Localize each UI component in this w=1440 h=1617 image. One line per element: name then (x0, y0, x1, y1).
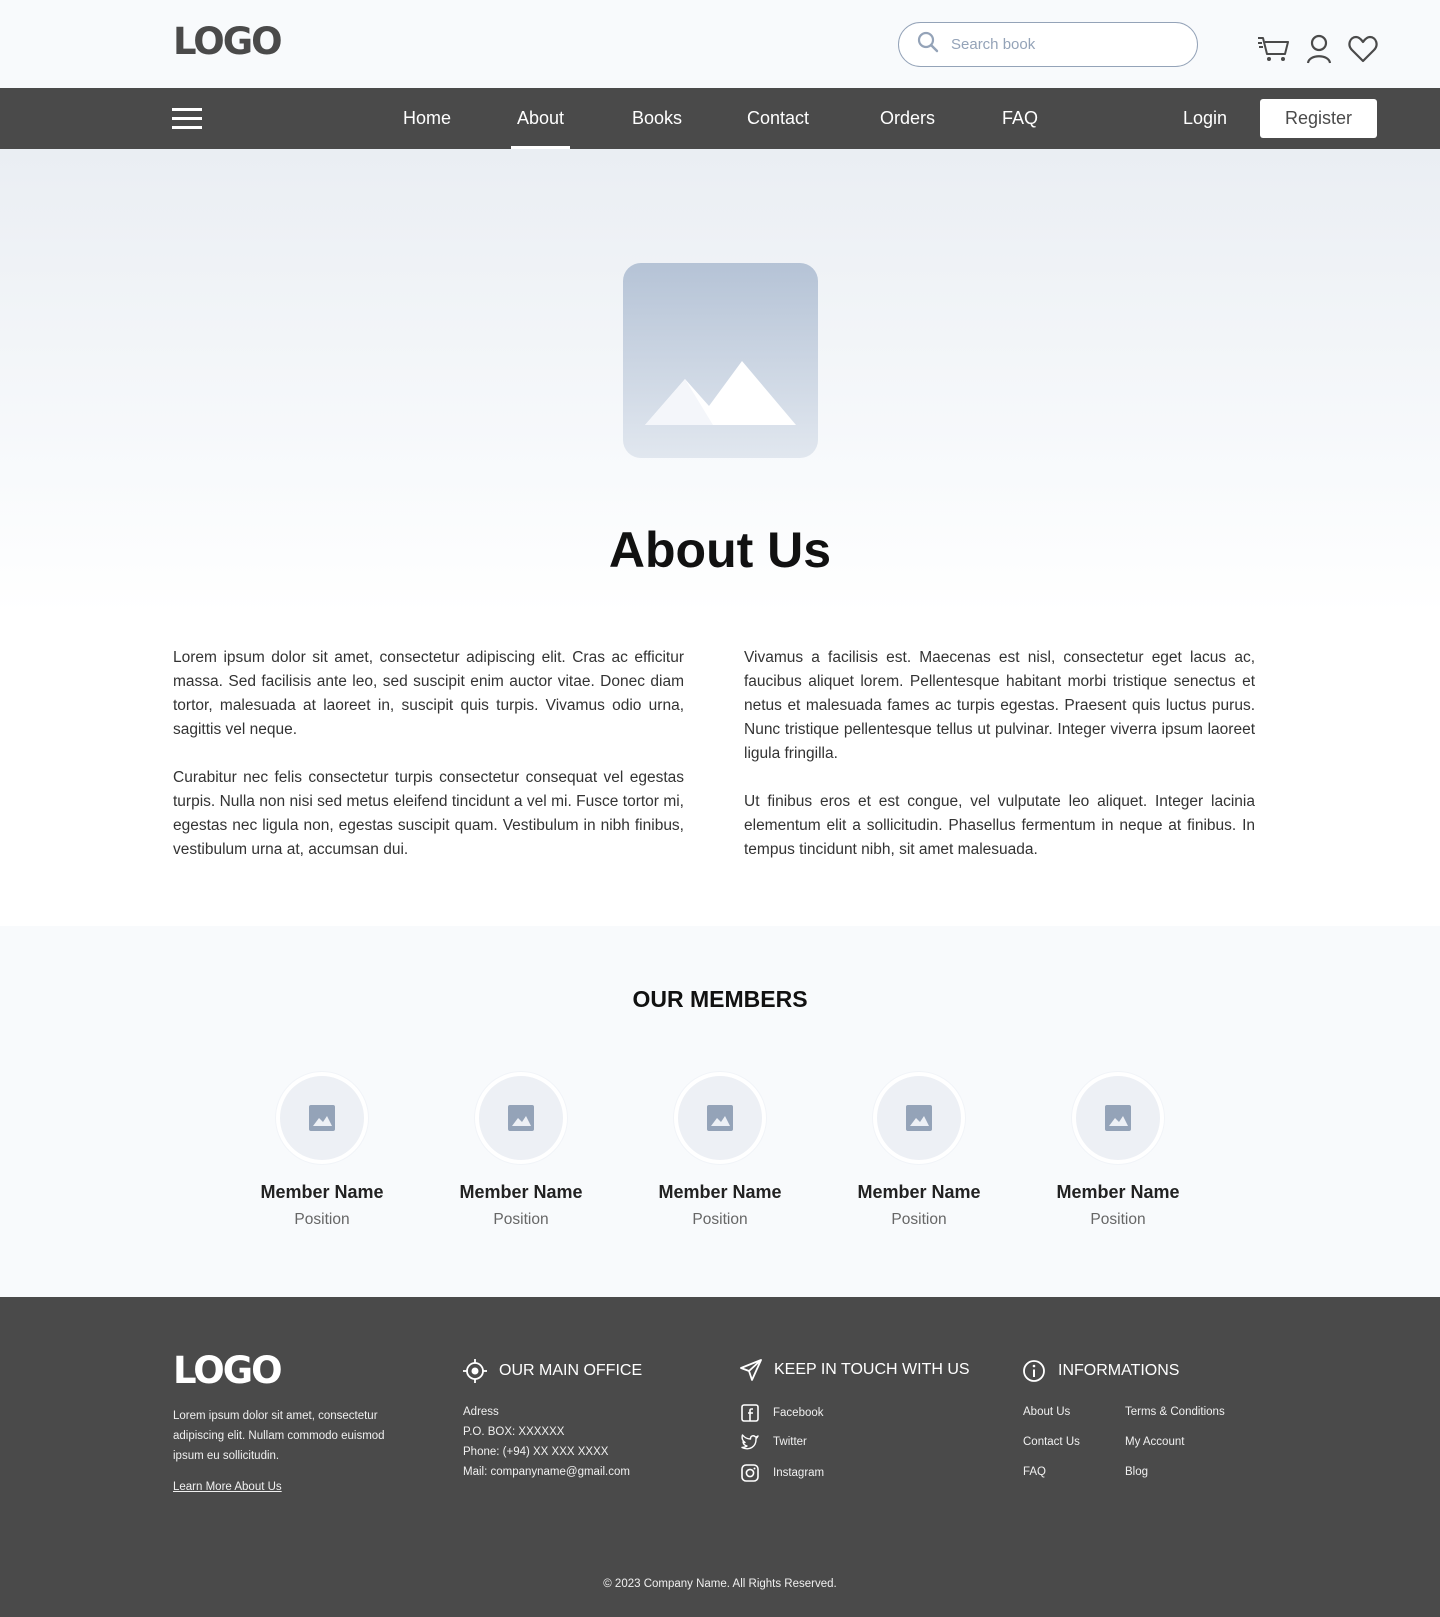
about-column-right: Vivamus a facilisis est. Maecenas est ni… (744, 646, 1255, 886)
login-link[interactable]: Login (1183, 88, 1227, 149)
member-position: Position (1090, 1211, 1146, 1228)
about-text-section: Lorem ipsum dolor sit amet, consectetur … (0, 614, 1440, 926)
image-icon (707, 1105, 733, 1131)
office-po-box: P.O. BOX: XXXXXX (463, 1426, 565, 1438)
members-section: OUR MEMBERS Member Name Position Member … (0, 926, 1440, 1297)
cart-icon[interactable] (1257, 33, 1291, 65)
logo[interactable]: LOGO (173, 20, 283, 63)
twitter-link[interactable]: Twitter (741, 1434, 807, 1450)
member-name: Member Name (857, 1182, 981, 1202)
info-link-faq[interactable]: FAQ (1023, 1466, 1046, 1478)
member-name: Member Name (459, 1182, 583, 1202)
footer-logo[interactable]: LOGO (173, 1349, 283, 1392)
facebook-icon (741, 1404, 759, 1422)
learn-more-link[interactable]: Learn More About Us (173, 1481, 282, 1493)
touch-heading: KEEP IN TOUCH WITH US (740, 1359, 970, 1381)
member-name: Member Name (658, 1182, 782, 1202)
nav-home[interactable]: Home (403, 88, 451, 149)
image-icon (309, 1105, 335, 1131)
heart-icon[interactable] (1346, 33, 1380, 65)
office-heading-label: OUR MAIN OFFICE (499, 1362, 643, 1379)
main-nav: Home About Books Contact Orders FAQ Logi… (0, 88, 1440, 149)
twitter-label: Twitter (773, 1436, 807, 1448)
image-icon (906, 1105, 932, 1131)
nav-contact[interactable]: Contact (747, 88, 809, 149)
member-position: Position (692, 1211, 748, 1228)
image-icon (645, 361, 796, 425)
paragraph: Curabitur nec felis consectetur turpis c… (173, 769, 684, 858)
member-position: Position (493, 1211, 549, 1228)
member-name: Member Name (1056, 1182, 1180, 1202)
avatar (873, 1072, 965, 1164)
office-mail: Mail: companyname@gmail.com (463, 1466, 630, 1478)
member-card[interactable]: Member Name Position (242, 1072, 402, 1229)
search-icon (917, 31, 939, 58)
info-link-about[interactable]: About Us (1023, 1406, 1070, 1418)
nav-about[interactable]: About (510, 88, 571, 149)
user-icon[interactable] (1302, 33, 1336, 65)
touch-heading-label: KEEP IN TOUCH WITH US (774, 1361, 970, 1378)
member-position: Position (891, 1211, 947, 1228)
paragraph: Ut finibus eros et est congue, vel vulpu… (744, 793, 1255, 858)
hero-section: About Us (0, 149, 1440, 614)
send-icon (740, 1359, 762, 1381)
top-header: LOGO (0, 0, 1440, 88)
paragraph: Vivamus a facilisis est. Maecenas est ni… (744, 649, 1255, 762)
menu-icon[interactable] (172, 108, 202, 130)
nav-faq[interactable]: FAQ (1002, 88, 1038, 149)
about-column-left: Lorem ipsum dolor sit amet, consectetur … (173, 646, 684, 886)
search-input[interactable] (951, 36, 1171, 53)
page-title: About Us (608, 522, 832, 578)
member-card[interactable]: Member Name Position (441, 1072, 601, 1229)
instagram-link[interactable]: Instagram (741, 1464, 824, 1482)
info-link-terms[interactable]: Terms & Conditions (1125, 1406, 1225, 1418)
footer: LOGO Lorem ipsum dolor sit amet, consect… (0, 1297, 1440, 1617)
twitter-icon (741, 1434, 759, 1450)
info-link-blog[interactable]: Blog (1125, 1466, 1148, 1478)
members-title: OUR MEMBERS (632, 986, 808, 1012)
hero-image-placeholder (623, 263, 818, 458)
info-heading: INFORMATIONS (1022, 1359, 1179, 1383)
facebook-link[interactable]: Facebook (741, 1404, 824, 1422)
nav-books[interactable]: Books (632, 88, 682, 149)
image-icon (1105, 1105, 1131, 1131)
member-card[interactable]: Member Name Position (640, 1072, 800, 1229)
info-link-contact[interactable]: Contact Us (1023, 1436, 1080, 1448)
paragraph: Lorem ipsum dolor sit amet, consectetur … (173, 649, 684, 738)
member-card[interactable]: Member Name Position (839, 1072, 999, 1229)
instagram-icon (741, 1464, 759, 1482)
copyright: © 2023 Company Name. All Rights Reserved… (603, 1578, 837, 1590)
info-icon (1023, 1360, 1045, 1382)
member-card[interactable]: Member Name Position (1038, 1072, 1198, 1229)
avatar (1072, 1072, 1164, 1164)
nav-orders[interactable]: Orders (880, 88, 935, 149)
avatar (674, 1072, 766, 1164)
register-button[interactable]: Register (1260, 99, 1377, 138)
avatar (475, 1072, 567, 1164)
office-address: Adress (463, 1406, 499, 1418)
office-phone: Phone: (+94) XX XXX XXXX (463, 1446, 609, 1458)
footer-description: Lorem ipsum dolor sit amet, consectetur … (173, 1410, 385, 1462)
instagram-label: Instagram (773, 1467, 825, 1479)
search-box[interactable] (898, 22, 1198, 67)
avatar (276, 1072, 368, 1164)
info-heading-label: INFORMATIONS (1058, 1362, 1180, 1379)
location-target-icon (463, 1359, 487, 1383)
image-icon (508, 1105, 534, 1131)
member-name: Member Name (260, 1182, 384, 1202)
info-link-account[interactable]: My Account (1125, 1436, 1184, 1448)
facebook-label: Facebook (773, 1407, 824, 1419)
member-position: Position (294, 1211, 350, 1228)
office-heading: OUR MAIN OFFICE (463, 1359, 642, 1383)
